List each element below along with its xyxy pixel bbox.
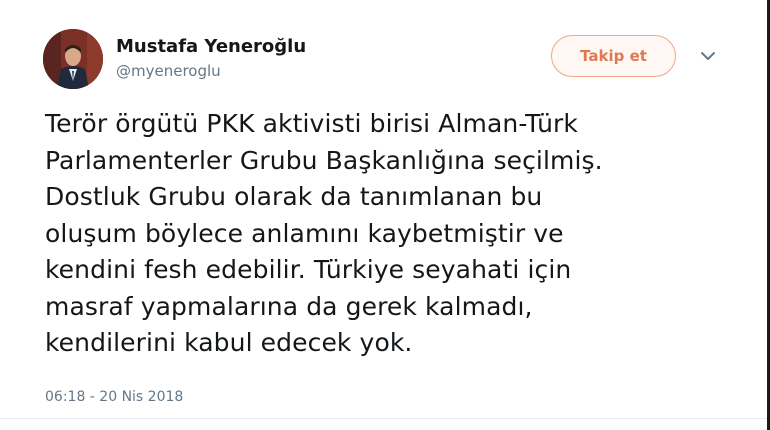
tweet-text: Terör örgütü PKK aktivisti birisi Alman-… (45, 109, 603, 357)
profile-photo-icon (43, 29, 103, 89)
chevron-down-icon[interactable] (697, 48, 719, 64)
tweet-card: Mustafa Yeneroğlu @myeneroglu Takip et T… (0, 0, 770, 430)
user-handle[interactable]: @myeneroglu (116, 62, 221, 80)
tweet-timestamp[interactable]: 06:18 - 20 Nis 2018 (45, 389, 183, 405)
avatar[interactable] (43, 29, 103, 89)
user-name[interactable]: Mustafa Yeneroğlu (116, 36, 306, 57)
divider (0, 418, 770, 419)
follow-button[interactable]: Takip et (551, 35, 676, 77)
